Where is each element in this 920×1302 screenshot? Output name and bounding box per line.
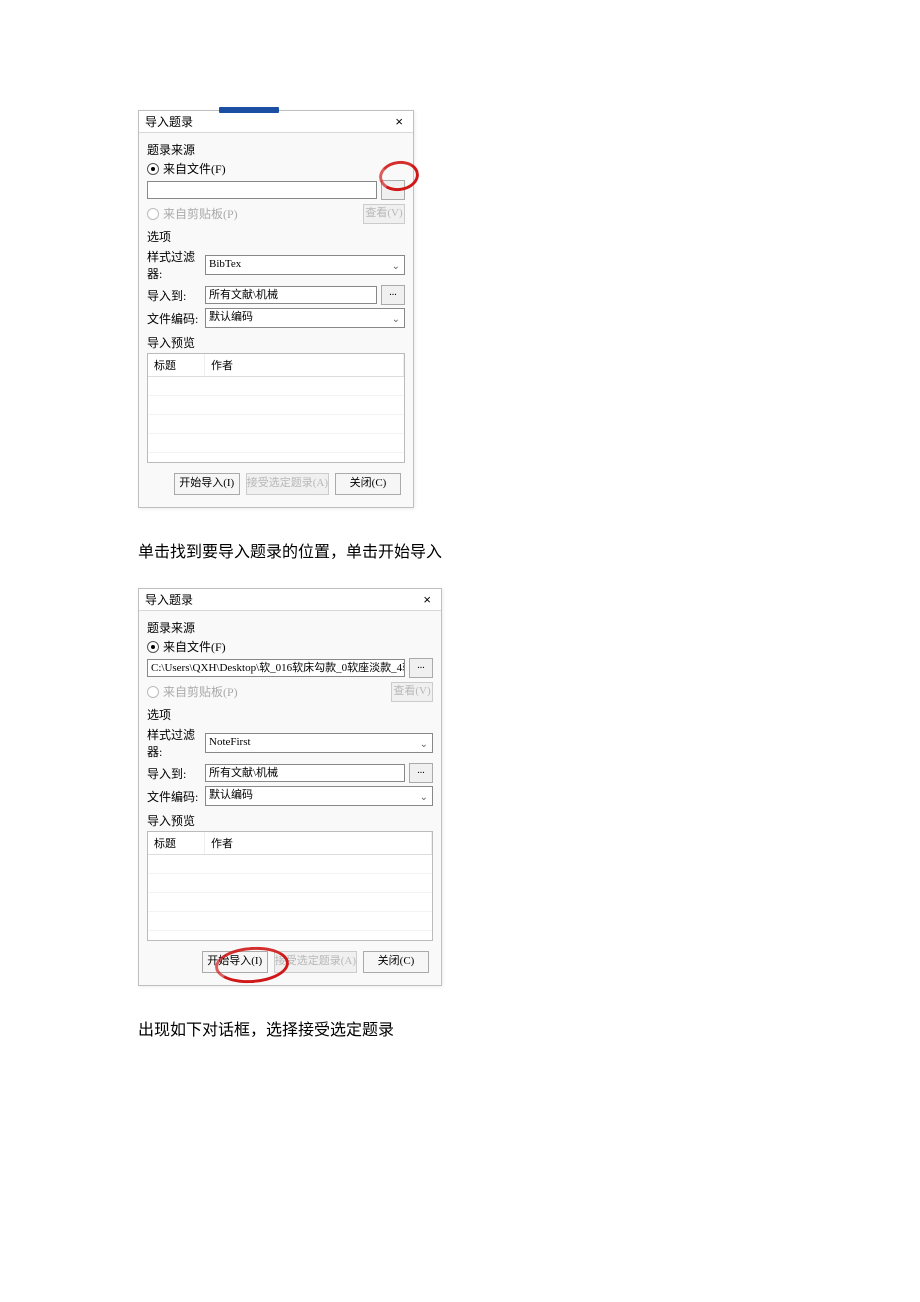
- from-file-radio[interactable]: [147, 641, 159, 653]
- col-author: 作者: [205, 832, 432, 854]
- import-to-label: 导入到:: [147, 287, 201, 304]
- from-clipboard-label: 来自剪贴板(P): [163, 205, 238, 222]
- view-button: 查看(V): [391, 682, 433, 702]
- import-to-browse-button[interactable]: ...: [381, 285, 405, 305]
- dialog-title: 导入题录: [145, 113, 193, 130]
- encoding-label: 文件编码:: [147, 310, 201, 327]
- preview-table: 标题 作者: [147, 353, 405, 463]
- browse-button[interactable]: ...: [409, 658, 433, 678]
- from-file-radio[interactable]: [147, 163, 159, 175]
- chevron-down-icon: ⌄: [392, 312, 400, 328]
- accept-selected-button: 接受选定题录(A): [246, 473, 329, 495]
- col-title: 标题: [148, 832, 205, 854]
- title-bar-fragment: [219, 107, 279, 113]
- import-dialog-2: 导入题录 × 题录来源 来自文件(F) C:\Users\QXH\Desktop…: [138, 588, 442, 986]
- import-to-label: 导入到:: [147, 765, 201, 782]
- import-to-input[interactable]: 所有文献\机械: [205, 286, 377, 304]
- table-body: [148, 855, 432, 940]
- title-bar: 导入题录 ×: [139, 589, 441, 610]
- filter-select[interactable]: BibTex ⌄: [205, 255, 405, 275]
- from-clipboard-radio-row: 来自剪贴板(P): [147, 683, 238, 700]
- encoding-select[interactable]: 默认编码 ⌄: [205, 308, 405, 328]
- col-title: 标题: [148, 354, 205, 376]
- browse-button[interactable]: ...: [381, 180, 405, 200]
- encoding-value: 默认编码: [209, 789, 253, 801]
- title-bar: 导入题录 ×: [139, 111, 413, 132]
- from-file-label: 来自文件(F): [163, 638, 226, 655]
- table-header: 标题 作者: [148, 832, 432, 855]
- close-dialog-button[interactable]: 关闭(C): [335, 473, 401, 495]
- from-file-radio-row[interactable]: 来自文件(F): [147, 638, 433, 655]
- encoding-value: 默认编码: [209, 311, 253, 323]
- button-bar: 开始导入(I) 接受选定题录(A) 关闭(C): [147, 941, 433, 977]
- col-author: 作者: [205, 354, 404, 376]
- close-button[interactable]: ×: [391, 113, 407, 130]
- close-button[interactable]: ×: [419, 591, 435, 608]
- file-path-input[interactable]: C:\Users\QXH\Desktop\软_016软床勾款_0软座淡款_4软座…: [147, 659, 405, 677]
- chevron-down-icon: ⌄: [420, 790, 428, 806]
- from-clipboard-radio: [147, 686, 159, 698]
- from-file-label: 来自文件(F): [163, 160, 226, 177]
- view-button: 查看(V): [363, 204, 405, 224]
- table-header: 标题 作者: [148, 354, 404, 377]
- filter-value: BibTex: [209, 258, 241, 270]
- filter-label: 样式过滤器:: [147, 248, 201, 282]
- filter-value: NoteFirst: [209, 736, 251, 748]
- caption-1: 单击找到要导入题录的位置，单击开始导入: [138, 538, 782, 562]
- preview-table: 标题 作者: [147, 831, 433, 941]
- chevron-down-icon: ⌄: [392, 259, 400, 275]
- filter-select[interactable]: NoteFirst ⌄: [205, 733, 433, 753]
- caption-2: 出现如下对话框，选择接受选定题录: [138, 1016, 782, 1040]
- start-import-button[interactable]: 开始导入(I): [174, 473, 240, 495]
- source-section-label: 题录来源: [147, 141, 405, 158]
- dialog-title: 导入题录: [145, 591, 193, 608]
- encoding-select[interactable]: 默认编码 ⌄: [205, 786, 433, 806]
- encoding-label: 文件编码:: [147, 788, 201, 805]
- accept-selected-button: 接受选定题录(A): [274, 951, 357, 973]
- filter-label: 样式过滤器:: [147, 726, 201, 760]
- table-body: [148, 377, 404, 462]
- from-clipboard-radio-row: 来自剪贴板(P): [147, 205, 238, 222]
- source-section-label: 题录来源: [147, 619, 433, 636]
- chevron-down-icon: ⌄: [420, 737, 428, 753]
- start-import-button[interactable]: 开始导入(I): [202, 951, 268, 973]
- file-path-input[interactable]: [147, 181, 377, 199]
- options-section-label: 选项: [147, 706, 433, 723]
- close-dialog-button[interactable]: 关闭(C): [363, 951, 429, 973]
- import-to-input[interactable]: 所有文献\机械: [205, 764, 405, 782]
- preview-label: 导入预览: [147, 812, 433, 829]
- from-clipboard-radio: [147, 208, 159, 220]
- options-section-label: 选项: [147, 228, 405, 245]
- from-file-radio-row[interactable]: 来自文件(F): [147, 160, 405, 177]
- button-bar: 开始导入(I) 接受选定题录(A) 关闭(C): [147, 463, 405, 499]
- from-clipboard-label: 来自剪贴板(P): [163, 683, 238, 700]
- preview-label: 导入预览: [147, 334, 405, 351]
- import-to-browse-button[interactable]: ...: [409, 763, 433, 783]
- import-dialog-1: 导入题录 × 题录来源 来自文件(F) ... 来自剪贴板(P) 查看(V) 选…: [138, 110, 414, 508]
